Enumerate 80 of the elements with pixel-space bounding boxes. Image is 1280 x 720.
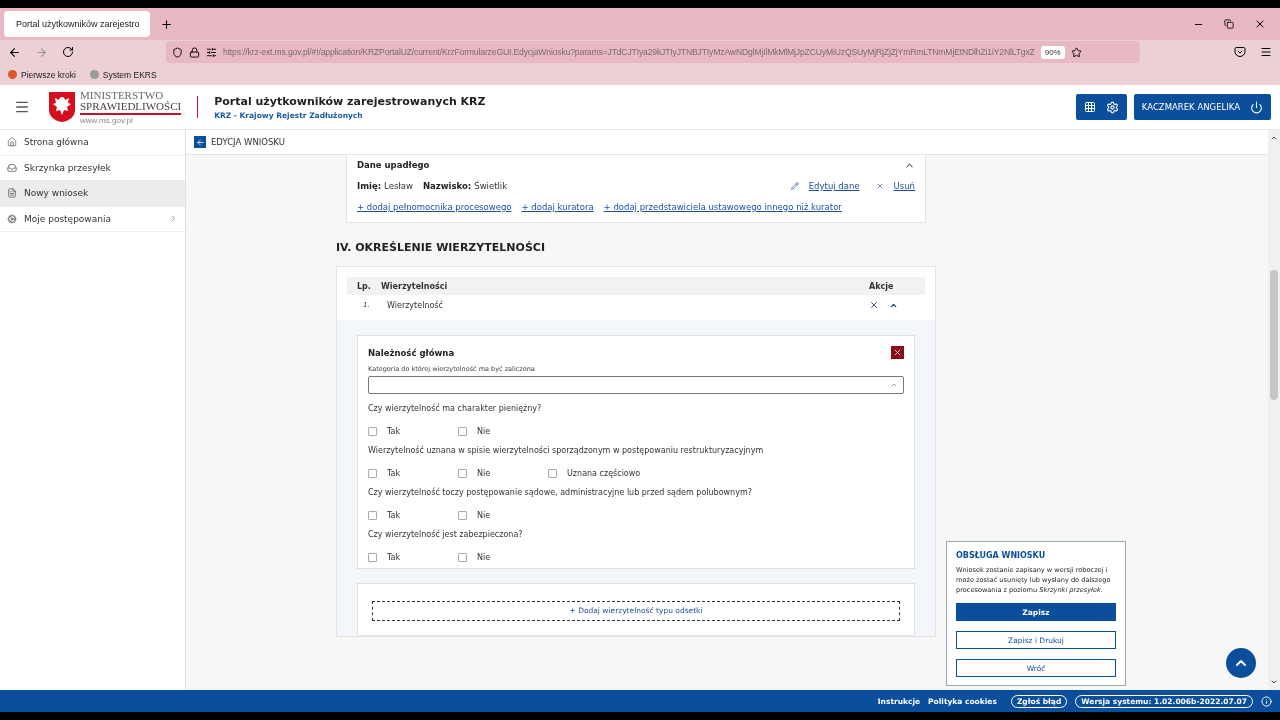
close-icon[interactable] <box>1254 18 1266 30</box>
back-button[interactable] <box>194 136 206 148</box>
bookmark[interactable]: Pierwsze kroki <box>8 69 76 80</box>
apps-settings-button[interactable] <box>1075 94 1127 120</box>
address-bar[interactable]: https://krz-ext.ms.gov.pl/#!/application/KRZPortalUZ/current/KrzFormularzeGUI.EdycjaWniosku?params=JTdCJTIya29kJTIyJTNBJTIyMzAwNDglMjIlMkMlMjJpZCUyMiUzQSUyMjRjZjZjYmRmLTNmMjEtNDlhZi1iY2NlLTgxZ 90% <box>166 41 1140 63</box>
add-link[interactable]: + dodaj pełnomocnika procesowego <box>357 202 512 212</box>
scroll-top-button[interactable] <box>1226 648 1256 678</box>
portal-title: Portal użytkowników zarejestrowanych KRZ <box>214 94 486 108</box>
zoom-level[interactable]: 90% <box>1040 45 1065 59</box>
user-logout-button[interactable]: KACZMAREK ANGELIKA <box>1133 94 1271 120</box>
form-title: Należność główna <box>368 347 455 358</box>
checkbox-option[interactable]: Tak <box>368 553 458 562</box>
checkbox-option[interactable]: Tak <box>368 427 458 436</box>
question-text: Czy wierzytelność ma charakter pieniężny? <box>368 404 543 413</box>
add-link[interactable]: + dodaj przedstawiciela ustawowego innego niż kurator <box>603 202 842 212</box>
chevron-icon <box>169 214 178 224</box>
logo-url: www.ms.gov.pl <box>80 116 134 125</box>
sidebar-item[interactable]: Nowy wniosek <box>0 181 185 207</box>
logo-text: SPRAWIEDLIWOŚCI <box>80 100 182 115</box>
field-label: Imię: <box>357 181 382 191</box>
browser-tab[interactable]: Portal użytkowników zarejestro <box>4 11 150 37</box>
home-icon <box>7 137 17 148</box>
field-label: Nazwisko: <box>422 181 472 191</box>
cog-icon <box>7 213 17 224</box>
chevron-icon[interactable] <box>1270 678 1278 686</box>
field-value: Lesław <box>384 181 413 191</box>
info-icon[interactable] <box>1261 695 1272 707</box>
back-icon[interactable] <box>8 45 21 59</box>
field-value: Świetlik <box>474 181 508 191</box>
document-icon <box>7 188 17 199</box>
add-link[interactable]: + dodaj kuratora <box>521 202 594 212</box>
lock-icon <box>189 46 200 58</box>
chevron-icon[interactable] <box>1270 134 1278 142</box>
checkbox-option[interactable]: Nie <box>458 469 548 478</box>
close-button[interactable] <box>891 346 904 359</box>
question-text: Wierzytelność uznana w spisie wierzytelności sporządzonym w postępowaniu restrukturyzacyjnym <box>368 446 765 455</box>
shield-icon <box>172 46 183 58</box>
checkbox-option[interactable]: Nie <box>458 427 548 436</box>
remove-link[interactable]: Usuń <box>893 181 915 191</box>
settings-icon <box>1105 100 1119 114</box>
scrollbar[interactable] <box>1268 130 1280 690</box>
category-dropdown[interactable] <box>368 376 904 394</box>
checkbox-option[interactable]: Uznana częściowo <box>548 469 649 478</box>
checkbox-option[interactable]: Nie <box>458 511 548 520</box>
panel-title: OBSŁUGA WNIOSKU <box>956 551 1047 561</box>
delete-button[interactable] <box>869 300 879 310</box>
pencil-icon[interactable] <box>790 182 799 190</box>
section-heading: IV. OKREŚLENIE WIERZYTELNOŚCI <box>336 241 546 254</box>
table-cell-text: Wierzytelność <box>387 300 444 310</box>
close-icon <box>869 300 879 310</box>
inbox-icon <box>7 162 17 173</box>
chevron-icon <box>890 381 898 389</box>
question-text: Czy wierzytelność jest zabezpieczona? <box>368 530 524 539</box>
question-text: Czy wierzytelność toczy postępowanie sądowe, administracyjne lub przed sądem polubownym? <box>368 488 753 497</box>
column-header: Wierzytelności <box>381 281 449 291</box>
close-icon <box>893 348 902 357</box>
card-title: Dane upadłego <box>357 160 430 170</box>
page-title: EDYCJA WNIOSKU <box>211 137 285 147</box>
checkbox-option[interactable]: Nie <box>458 553 548 562</box>
menu-icon[interactable] <box>1260 46 1272 58</box>
column-header: Akcje <box>869 281 895 291</box>
sliders-icon <box>206 46 217 58</box>
logo-text: MINISTERSTWO <box>80 89 165 101</box>
bookmark[interactable]: System EKRS <box>89 69 157 80</box>
url-text: https://krz-ext.ms.gov.pl/#!/application/KRZPortalUZ/current/KrzFormularzeGUI.EdycjaWniosku?params=JTdCJTIya29kJTIyJTNBJTIyMzAwNDglMjIlMkMlMjJpZCUyMiUzQSUyMjRjZjZjYmRmLTNmMjEtNDlhZi1iY2NlLTgxZ <box>223 47 1035 57</box>
tab-title: Portal użytkowników zarejestro <box>16 19 140 29</box>
scrollbar-thumb[interactable] <box>1270 270 1278 400</box>
column-header: Lp. <box>356 281 372 291</box>
restore-icon[interactable] <box>1224 19 1234 29</box>
checkbox-option[interactable]: Tak <box>368 511 458 520</box>
new-tab-icon[interactable] <box>160 17 173 31</box>
menu-icon[interactable] <box>14 99 30 115</box>
reload-icon[interactable] <box>62 46 74 58</box>
back-icon <box>195 137 205 147</box>
edit-link[interactable]: Edytuj dane <box>808 181 860 191</box>
pocket-icon[interactable] <box>1234 46 1246 58</box>
star-icon[interactable] <box>1070 46 1082 58</box>
checkbox-option[interactable]: Tak <box>368 469 458 478</box>
grid-icon <box>1083 101 1096 113</box>
power-icon <box>1250 100 1263 114</box>
